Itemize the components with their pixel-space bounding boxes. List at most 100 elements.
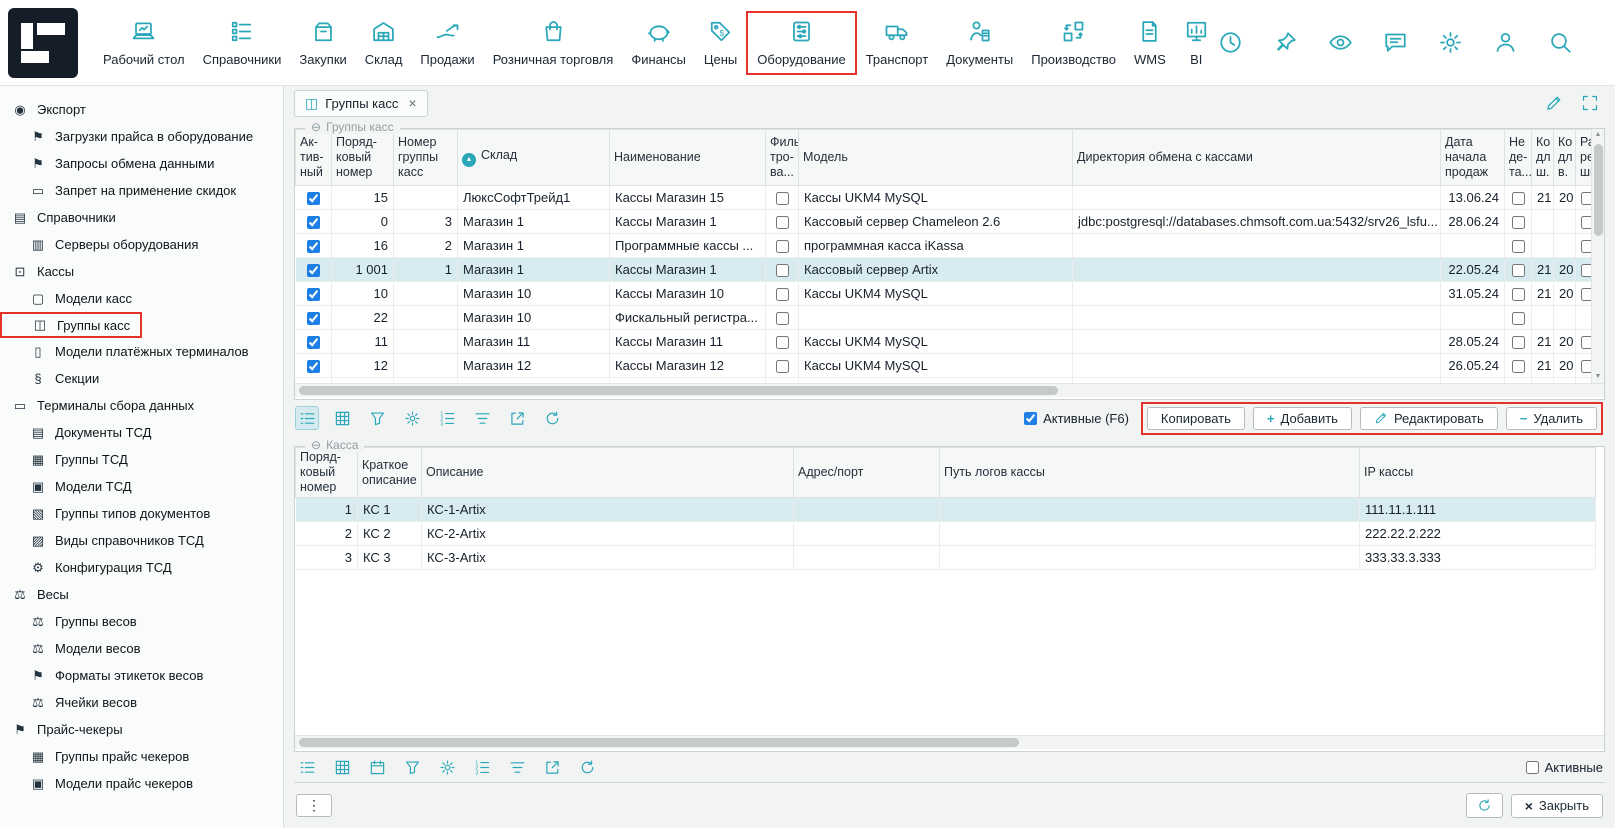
row-checkbox[interactable] [1512, 288, 1525, 301]
sort-icon[interactable] [471, 407, 493, 429]
column-header[interactable]: Ко дл ш. [1532, 130, 1554, 186]
sidebar-item-группы-весов[interactable]: ⚖Группы весов [0, 608, 283, 635]
row-checkbox[interactable] [776, 216, 789, 229]
tab-close-icon[interactable]: × [408, 95, 416, 111]
sidebar-item-модели-тсд[interactable]: ▣Модели ТСД [0, 473, 283, 500]
scroll-down-icon[interactable]: ▼ [1595, 371, 1602, 383]
nav-item-documents[interactable]: Документы [937, 13, 1022, 73]
groups-panel-legend[interactable]: ⊖ Группы касс [305, 120, 400, 134]
view-grid-icon[interactable] [331, 756, 353, 778]
column-header[interactable]: Описание [422, 448, 794, 498]
close-button[interactable]: × Закрыть [1511, 794, 1603, 818]
sidebar-item-запрет-на-применение-скидок[interactable]: ▭Запрет на применение скидок [0, 177, 283, 204]
scroll-up-icon[interactable]: ▲ [1595, 129, 1602, 141]
collapse-icon[interactable]: ⊖ [311, 438, 321, 452]
row-checkbox[interactable] [1512, 192, 1525, 205]
table-row[interactable]: 10Магазин 10Кассы Магазин 10Кассы UKM4 M… [296, 282, 1596, 306]
column-header[interactable]: Поряд-ковый номер [332, 130, 394, 186]
column-header[interactable]: Директория обмена с кассами [1073, 130, 1441, 186]
sidebar-item-документы-тсд[interactable]: ▤Документы ТСД [0, 419, 283, 446]
row-checkbox[interactable] [1512, 216, 1525, 229]
add-button[interactable]: +Добавить [1253, 407, 1352, 430]
sidebar-item-группы-прайс-чекеров[interactable]: ▦Группы прайс чекеров [0, 743, 283, 770]
row-checkbox[interactable] [776, 264, 789, 277]
table-row[interactable]: 162Магазин 1Программные кассы ...програм… [296, 234, 1596, 258]
column-header[interactable]: Номер группы касс [394, 130, 458, 186]
sidebar-item-кассы[interactable]: ⊡Кассы [0, 258, 283, 285]
column-header[interactable]: Ак-тив-ный [296, 130, 332, 186]
sidebar-item-группы-тсд[interactable]: ▦Группы ТСД [0, 446, 283, 473]
sidebar-item-загрузки-прайса-в-оборудование[interactable]: ⚑Загрузки прайса в оборудование [0, 123, 283, 150]
tab-groups-kass[interactable]: ◫ Группы касс × [294, 90, 428, 117]
nav-item-desktop[interactable]: Рабочий стол [94, 13, 194, 73]
column-header[interactable]: Адрес/порт [794, 448, 940, 498]
column-header[interactable]: Ко дл в. [1554, 130, 1576, 186]
collapse-icon[interactable]: ⊖ [311, 120, 321, 134]
table-row[interactable]: 22Магазин 10Фискальный регистра... [296, 306, 1596, 330]
delete-button[interactable]: −Удалить [1506, 407, 1597, 430]
filter-icon[interactable] [401, 756, 423, 778]
table-row[interactable]: 15ЛюксСофтТрейд1Кассы Магазин 15Кассы UK… [296, 186, 1596, 210]
active-f6-toggle[interactable]: Активные (F6) [1024, 411, 1129, 426]
column-header[interactable]: IP кассы [1360, 448, 1596, 498]
row-checkbox[interactable] [776, 336, 789, 349]
sidebar-item-модели-касс[interactable]: ▢Модели касс [0, 285, 283, 312]
calendar-icon[interactable] [366, 756, 388, 778]
nav-item-warehouse[interactable]: Склад [356, 13, 412, 73]
row-checkbox[interactable] [776, 288, 789, 301]
nav-item-wms[interactable]: WMS [1125, 13, 1175, 73]
nav-item-retail[interactable]: Розничная торговля [484, 13, 623, 73]
column-header[interactable]: Не де-та... [1505, 130, 1532, 186]
edit-pencil-icon[interactable] [1545, 94, 1563, 112]
eye-icon[interactable] [1328, 30, 1353, 55]
open-external-icon[interactable] [506, 407, 528, 429]
view-grid-icon[interactable] [331, 407, 353, 429]
row-checkbox[interactable] [1512, 264, 1525, 277]
chat-icon[interactable] [1383, 30, 1408, 55]
sidebar-item-виды-справочников-тсд[interactable]: ▨Виды справочников ТСД [0, 527, 283, 554]
view-list-icon[interactable] [296, 407, 318, 429]
active-f6-checkbox[interactable] [1024, 412, 1037, 425]
sidebar-item-модели-весов[interactable]: ⚖Модели весов [0, 635, 283, 662]
row-checkbox[interactable] [307, 264, 320, 277]
row-checkbox[interactable] [307, 216, 320, 229]
row-checkbox[interactable] [776, 240, 789, 253]
column-header[interactable]: Путь логов кассы [940, 448, 1360, 498]
open-external-icon[interactable] [541, 756, 563, 778]
horizontal-scrollbar[interactable] [295, 735, 1604, 749]
row-checkbox[interactable] [776, 312, 789, 325]
sidebar-item-запросы-обмена-данными[interactable]: ⚑Запросы обмена данными [0, 150, 283, 177]
table-row[interactable]: 2КС 2КС-2-Artix222.22.2.222 [296, 522, 1596, 546]
row-checkbox[interactable] [1512, 336, 1525, 349]
table-row[interactable]: 11Магазин 11Кассы Магазин 11Кассы UKM4 M… [296, 330, 1596, 354]
active-checkbox[interactable] [1526, 761, 1539, 774]
row-checkbox[interactable] [1512, 312, 1525, 325]
column-header[interactable]: ▲Склад [458, 130, 610, 186]
scrollbar-thumb[interactable] [299, 738, 1019, 747]
sort-icon[interactable] [506, 756, 528, 778]
settings-icon[interactable] [436, 756, 458, 778]
nav-item-transport[interactable]: Транспорт [857, 13, 938, 73]
settings-icon[interactable] [401, 407, 423, 429]
scrollbar-thumb[interactable] [299, 386, 1058, 395]
sidebar-item-конфигурация-тсд[interactable]: ⚙Конфигурация ТСД [0, 554, 283, 581]
column-header[interactable]: Дата начала продаж [1441, 130, 1505, 186]
row-checkbox[interactable] [307, 360, 320, 373]
sidebar-item-весы[interactable]: ⚖Весы [0, 581, 283, 608]
table-row[interactable]: 3КС 3КС-3-Artix333.33.3.333 [296, 546, 1596, 570]
row-checkbox[interactable] [307, 312, 320, 325]
table-row[interactable]: 03Магазин 1Кассы Магазин 1Кассовый серве… [296, 210, 1596, 234]
sidebar-item-секции[interactable]: §Секции [0, 365, 283, 392]
nav-item-bi[interactable]: BI [1175, 13, 1218, 73]
nav-item-production[interactable]: Производство [1022, 13, 1125, 73]
gear-icon[interactable] [1438, 30, 1463, 55]
sidebar-item-экспорт[interactable]: ◉Экспорт [0, 96, 283, 123]
sidebar-item-группы-касс[interactable]: ◫Группы касс [0, 312, 142, 338]
sidebar-item-модели-прайс-чекеров[interactable]: ▣Модели прайс чекеров [0, 770, 283, 797]
sidebar-item-серверы-оборудования[interactable]: ▥Серверы оборудования [0, 231, 283, 258]
table-row[interactable]: 1КС 1КС-1-Artix111.11.1.111 [296, 498, 1596, 522]
expand-icon[interactable] [1581, 94, 1599, 112]
nav-item-directories[interactable]: Справочники [194, 13, 291, 73]
search-icon[interactable] [1548, 30, 1573, 55]
column-header[interactable]: Модель [799, 130, 1073, 186]
